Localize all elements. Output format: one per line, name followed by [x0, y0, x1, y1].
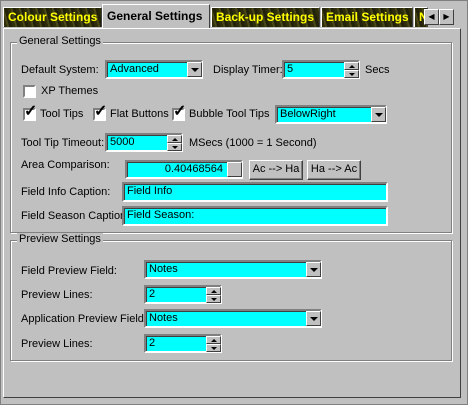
field-season-caption-label: Field Season Caption: [21, 210, 130, 222]
preview-lines-label-1: Preview Lines: [21, 289, 93, 301]
tab-scroll-left-icon[interactable]: ◀ [424, 9, 439, 25]
application-preview-field-value: Notes [149, 312, 178, 324]
tab-strip: Colour Settings General Settings Back-up… [3, 4, 467, 28]
field-preview-field-value: Notes [149, 263, 178, 275]
preview-lines-1-up-icon[interactable] [206, 287, 221, 295]
tool-tip-timeout-unit: MSecs (1000 = 1 Second) [189, 137, 317, 149]
tab-email-settings[interactable]: Email Settings [321, 7, 413, 27]
flat-buttons-check-icon: ✓ [94, 103, 108, 120]
tab-scroll-right-icon[interactable]: ▶ [439, 9, 454, 25]
bubble-tool-tips-label: Bubble Tool Tips [189, 108, 270, 120]
default-system-value: Advanced [110, 63, 159, 75]
tab-backup-settings[interactable]: Back-up Settings [211, 7, 320, 27]
preview-lines-value-1: 2 [149, 288, 156, 300]
area-comparison-label: Area Comparison: [21, 159, 110, 171]
area-comparison-value: 0.40468564 [164, 163, 223, 175]
application-preview-field-select[interactable]: Notes [144, 309, 322, 328]
bubble-position-dropdown-icon[interactable] [371, 107, 386, 122]
display-timer-label: Display Timer: [213, 64, 283, 76]
tab-colour-settings[interactable]: Colour Settings [3, 7, 102, 27]
default-system-dropdown-icon[interactable] [187, 62, 202, 77]
tab-general-settings[interactable]: General Settings [102, 4, 210, 28]
preview-lines-2-down-icon[interactable] [206, 344, 221, 352]
bubble-position-value: BelowRight [280, 108, 336, 120]
display-timer-unit: Secs [365, 64, 390, 76]
field-season-caption-value: Field Season: [127, 209, 195, 221]
field-info-caption-input[interactable]: Field Info [122, 182, 388, 202]
settings-window: Colour Settings General Settings Back-up… [0, 0, 468, 405]
tool-tip-timeout-label: Tool Tip Timeout: [21, 137, 105, 149]
tool-tip-timeout-down-icon[interactable] [167, 143, 182, 151]
general-settings-legend: General Settings [17, 35, 103, 47]
display-timer-up-icon[interactable] [344, 62, 359, 70]
default-system-label: Default System: [21, 64, 99, 76]
field-preview-field-label: Field Preview Field: [21, 265, 117, 277]
area-comparison-edit-button[interactable] [227, 162, 242, 177]
general-settings-page: General Settings Default System: Advance… [3, 28, 461, 398]
field-info-caption-label: Field Info Caption: [21, 186, 111, 198]
flat-buttons-label: Flat Buttons [110, 108, 169, 120]
tool-tips-check-icon: ✓ [24, 103, 38, 120]
xp-themes-label: XP Themes [41, 85, 99, 97]
display-timer-value: 5 [287, 63, 294, 75]
general-settings-group: General Settings Default System: Advance… [10, 35, 452, 233]
display-timer-down-icon[interactable] [344, 70, 359, 78]
application-preview-field-dropdown-icon[interactable] [306, 311, 321, 326]
ha-to-ac-button[interactable]: Ha --> Ac [307, 160, 361, 180]
preview-settings-legend: Preview Settings [17, 233, 103, 245]
xp-themes-checkbox[interactable] [23, 85, 36, 98]
preview-lines-value-2: 2 [149, 337, 156, 349]
tool-tips-label: Tool Tips [40, 108, 84, 120]
bubble-tool-tips-check-icon: ✓ [173, 103, 187, 120]
tool-tip-timeout-value: 5000 [110, 136, 135, 148]
preview-lines-label-2: Preview Lines: [21, 338, 93, 350]
preview-settings-group: Preview Settings Field Preview Field: No… [10, 233, 452, 361]
tool-tip-timeout-up-icon[interactable] [167, 135, 182, 143]
field-preview-field-dropdown-icon[interactable] [306, 262, 321, 277]
preview-lines-2-up-icon[interactable] [206, 336, 221, 344]
field-preview-field-select[interactable]: Notes [144, 260, 322, 279]
ac-to-ha-button[interactable]: Ac --> Ha [249, 160, 303, 180]
area-comparison-input[interactable]: 0.40468564 [125, 160, 243, 179]
preview-lines-1-down-icon[interactable] [206, 295, 221, 303]
field-info-caption-value: Field Info [127, 185, 173, 197]
field-season-caption-input[interactable]: Field Season: [122, 206, 388, 226]
application-preview-field-label: Application Preview Field: [21, 313, 147, 325]
